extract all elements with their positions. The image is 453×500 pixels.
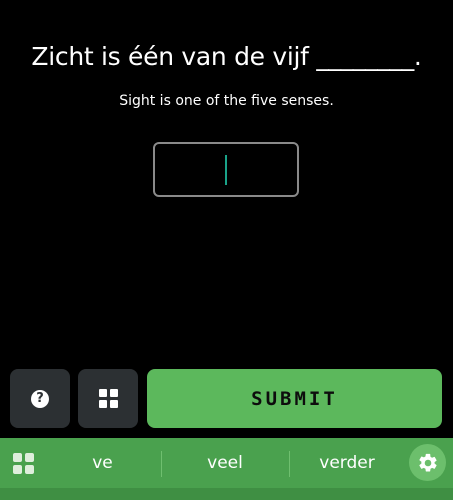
text-caret bbox=[225, 154, 227, 185]
grid-view-button[interactable] bbox=[78, 369, 138, 428]
suggestion-bar: ve veel verder bbox=[0, 438, 453, 488]
prompt-sentence: Zicht is één van de vijf ________. bbox=[31, 42, 422, 71]
question-circle-icon: ? bbox=[31, 389, 49, 408]
suggestion-item[interactable]: ve bbox=[44, 438, 161, 488]
suggestion-item[interactable]: verder bbox=[289, 438, 405, 488]
bottom-strip bbox=[0, 488, 453, 500]
gear-icon bbox=[418, 453, 437, 472]
help-button[interactable]: ? bbox=[10, 369, 70, 428]
quiz-screen: Zicht is één van de vijf ________. Sight… bbox=[0, 0, 453, 500]
suggestion-item[interactable]: veel bbox=[161, 438, 289, 488]
grid-icon bbox=[98, 389, 118, 408]
settings-button[interactable] bbox=[409, 444, 446, 481]
answer-input[interactable] bbox=[153, 142, 299, 197]
translation-text: Sight is one of the five senses. bbox=[119, 93, 334, 109]
submit-button[interactable]: SUBMIT bbox=[147, 369, 442, 428]
apps-grid-icon[interactable] bbox=[13, 453, 34, 474]
